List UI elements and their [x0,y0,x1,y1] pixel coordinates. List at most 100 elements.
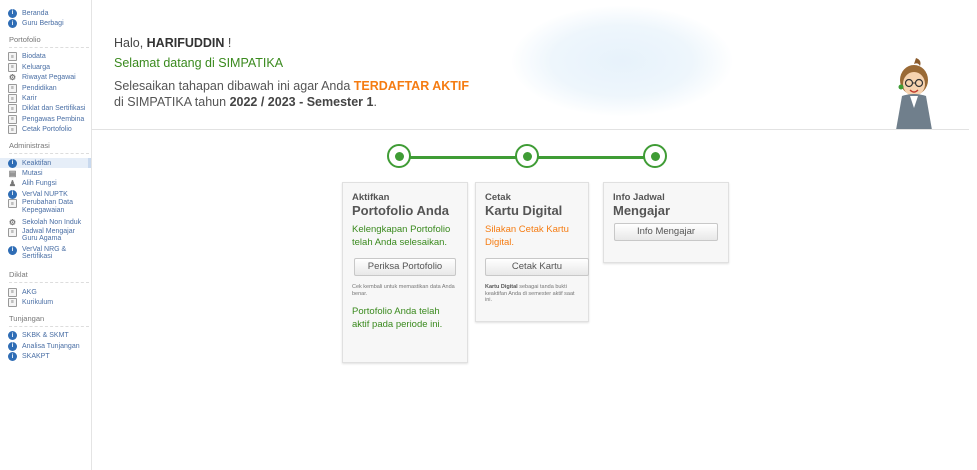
sidebar-item-label: Cetak Portofolio [22,126,72,134]
step-complete-icon [643,144,667,168]
periksa-portofolio-button[interactable]: Periksa Portofolio [354,258,456,276]
instruction-text: Selesaikan tahapan dibawah ini agar Anda… [114,79,470,109]
card-jadwal-mengajar: Info Jadwal Mengajar Info Mengajar [603,182,729,263]
card-title-small: Aktifkan [352,192,390,203]
header-divider [92,129,969,130]
document-icon: ≡ [8,114,17,124]
teacher-mascot [896,58,932,130]
step-complete-icon [387,144,411,168]
main-content: Halo, HARIFUDDIN ! Selamat datang di SIM… [92,0,977,470]
sidebar-item-guru-berbagi[interactable]: i Guru Berbagi [8,18,91,29]
sidebar-item-label: Beranda [22,9,49,17]
document-icon: ≡ [8,52,17,62]
card-status: Silakan Cetak Kartu Digital. [485,224,569,248]
document-icon: ≡ [8,104,17,114]
list-icon: ▤ [8,168,17,178]
sidebar-item-label: Kurikulum [22,298,54,306]
document-icon: ≡ [8,287,17,297]
sidebar-item-skakpt[interactable]: i SKAKPT [8,351,91,362]
sidebar-item-pendidikan[interactable]: ≡ Pendidikan [8,83,91,93]
sidebar-item-label: Jadwal Mengajar Guru Agama [22,227,75,243]
document-icon: ≡ [8,125,17,135]
info-icon: i [8,245,17,255]
sidebar: i Beranda i Guru Berbagi Portofolio ≡ Biodata ≡… [0,0,92,470]
sidebar-item-label: VerVal NRG & Sertifikasi [22,245,67,261]
info-mengajar-button[interactable]: Info Mengajar [614,223,718,241]
step-connector [407,156,527,159]
sidebar-item-karir[interactable]: ≡ Karir [8,93,91,104]
card-title-small: Info Jadwal [613,192,665,203]
document-icon: ≡ [8,94,17,104]
sidebar-item-kurikulum[interactable]: ≡ Kurikulum [8,297,91,307]
info-icon: i [8,352,17,362]
sidebar-item-pengawas-pembina[interactable]: ≡ Pengawas Pembina [8,114,91,124]
sidebar-item-diklat-dan-sertifikasi[interactable]: ≡ Diklat dan Sertifikasi [8,104,91,114]
sidebar-item-riwayat-pegawai[interactable]: ⚙ Riwayat Pegawai [8,73,91,83]
card-portfolio: Aktifkan Portofolio Anda Kelengkapan Por… [342,182,468,363]
sidebar-item-perubahan-data-kepegawaian[interactable]: ≡ Perubahan Data Kepegawaian [8,199,91,217]
step-complete-icon [515,144,539,168]
info-icon: i [8,341,17,351]
info-icon: i [8,331,17,341]
sidebar-section-diklat: Diklat [9,270,89,283]
sidebar-item-label: Perubahan Data Kepegawaian [22,199,73,214]
sidebar-item-label: Guru Berbagi [22,20,64,28]
document-icon: ≡ [8,62,17,72]
academic-year: 2022 / 2023 - Semester 1 [229,95,374,109]
step-connector [535,156,655,159]
sidebar-item-label: SKBK & SKMT [22,332,69,340]
sidebar-item-label: Pendidikan [22,84,57,92]
user-name: HARIFUDDIN [146,36,225,50]
person-icon: ♟ [8,179,17,189]
status-highlight: TERDAFTAR AKTIF [353,79,470,93]
sidebar-section-tunjangan: Tunjangan [9,314,89,327]
sidebar-item-label: Biodata [22,53,46,61]
card-title: Portofolio Anda [352,203,450,218]
sidebar-item-label: Diklat dan Sertifikasi [22,105,86,113]
sidebar-item-label: Mutasi [22,169,43,177]
sidebar-item-label: Keluarga [22,63,51,71]
document-icon: ≡ [8,227,17,237]
info-icon: i [8,158,17,168]
cloud-illustration [512,6,732,116]
document-icon: ≡ [8,199,17,209]
card-status: Kelengkapan Portofolio telah Anda selesa… [352,224,451,248]
info-icon: i [8,189,17,199]
sidebar-item-cetak-portofolio[interactable]: ≡ Cetak Portofolio [8,125,91,135]
cetak-kartu-button[interactable]: Cetak Kartu [485,258,589,276]
info-icon: i [8,8,17,18]
sidebar-item-label: AKG [22,288,37,296]
card-title: Mengajar [613,203,671,218]
sidebar-item-label: Alih Fungsi [22,180,57,188]
sidebar-item-akg[interactable]: ≡ AKG [8,287,91,297]
sidebar-item-mutasi[interactable]: ▤ Mutasi [8,168,91,178]
sidebar-item-biodata[interactable]: ≡ Biodata [8,52,91,62]
sidebar-item-beranda[interactable]: i Beranda [8,8,91,18]
sidebar-item-keluarga[interactable]: ≡ Keluarga [8,62,91,72]
gear-icon: ⚙ [8,218,17,228]
card-footer-status: Portofolio Anda telah aktif pada periode… [352,306,443,330]
document-icon: ≡ [8,83,17,93]
document-icon: ≡ [8,297,17,307]
sidebar-item-skbk-skmt[interactable]: i SKBK & SKMT [8,331,91,341]
sidebar-item-label: Karir [22,95,37,103]
sidebar-item-alih-fungsi[interactable]: ♟ Alih Fungsi [8,179,91,189]
sidebar-section-portofolio: Portofolio [9,35,89,48]
sidebar-item-verval-nuptk[interactable]: i VerVal NUPTK [8,189,91,199]
sidebar-item-keaktifan[interactable]: i Keaktifan [0,157,91,169]
welcome-text: Selamat datang di SIMPATIKA [114,56,284,70]
card-kartu-digital: Cetak Kartu Digital Silakan Cetak Kartu … [475,182,589,322]
sidebar-section-administrasi: Administrasi [9,141,89,154]
sidebar-item-sekolah-non-induk[interactable]: ⚙ Sekolah Non Induk [8,217,91,227]
sidebar-item-label: Keaktifan [22,159,52,167]
sidebar-item-label: VerVal NUPTK [22,190,68,198]
sidebar-item-label: Analisa Tunjangan [22,342,80,350]
sidebar-item-label: Sekolah Non Induk [22,219,82,227]
sidebar-item-verval-nrg-sertifikasi[interactable]: i VerVal NRG & Sertifikasi [8,245,91,264]
sidebar-item-analisa-tunjangan[interactable]: i Analisa Tunjangan [8,341,91,351]
progress-steps [387,144,677,174]
info-icon: i [8,19,17,29]
greeting: Halo, HARIFUDDIN ! [114,36,232,50]
sidebar-item-label: Pengawas Pembina [22,115,85,123]
sidebar-item-jadwal-mengajar-guru-agama[interactable]: ≡ Jadwal Mengajar Guru Agama [8,227,91,246]
